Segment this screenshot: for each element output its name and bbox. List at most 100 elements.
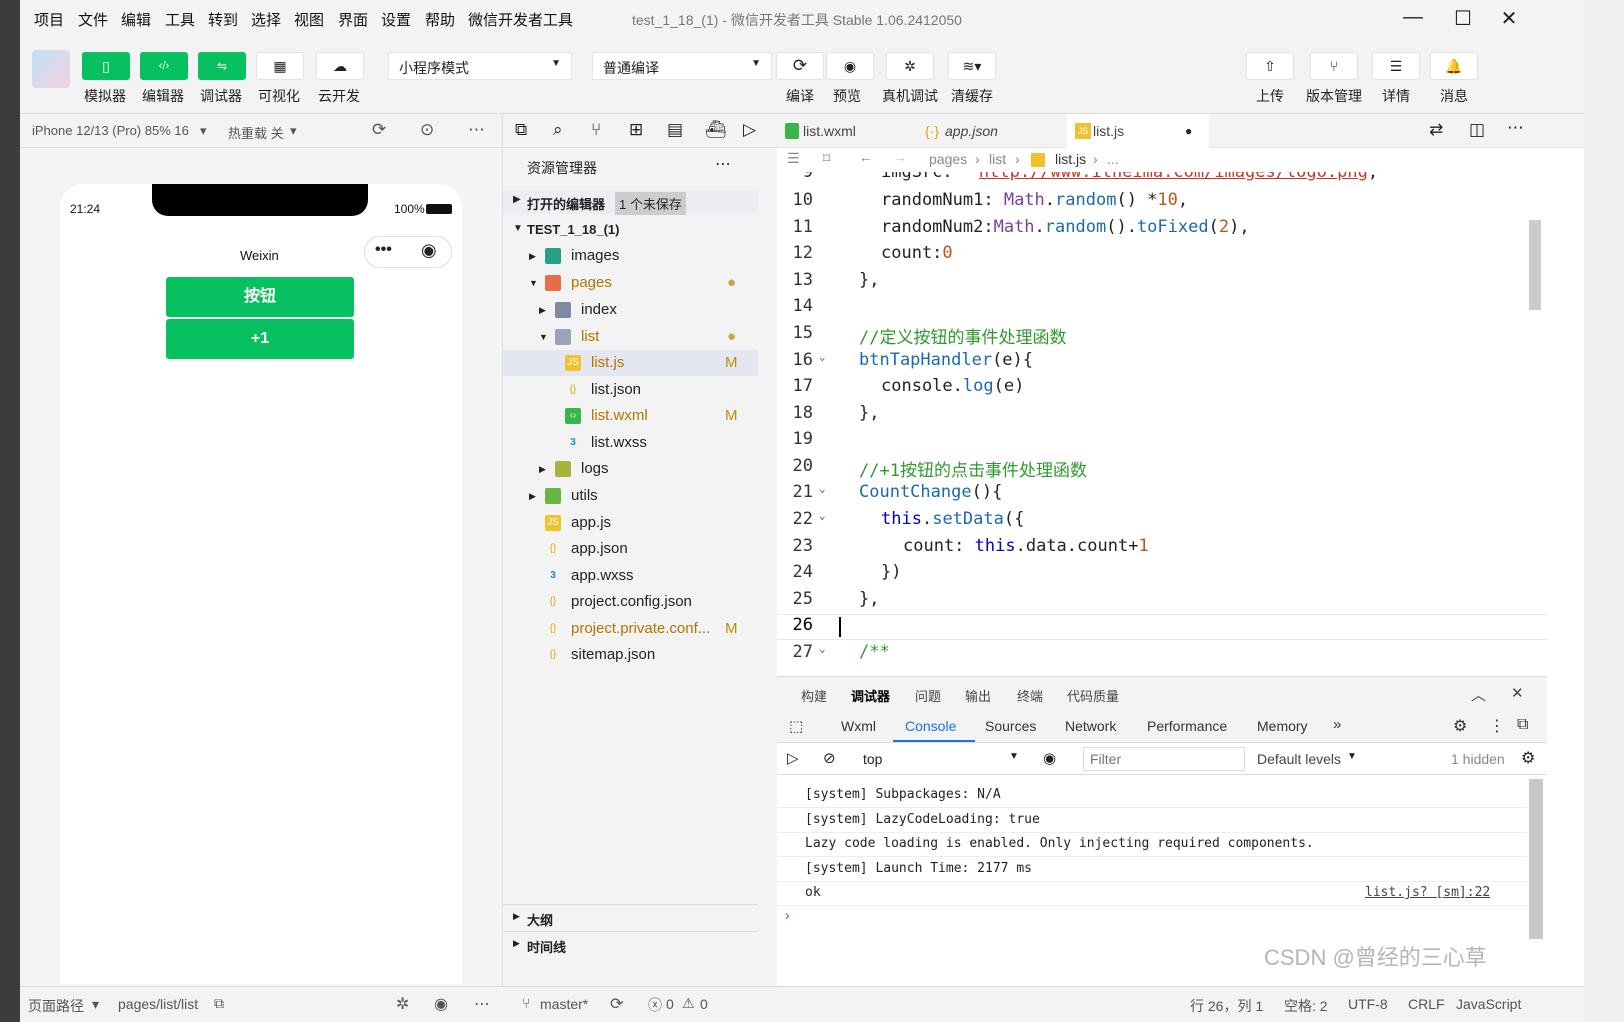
debug-icon[interactable]: ▷ xyxy=(743,120,756,140)
close-target-icon[interactable]: ◉ xyxy=(421,240,437,261)
capsule-menu[interactable]: ••• ◉ xyxy=(364,236,452,268)
open-editors-section[interactable]: ▶ 打开的编辑器 1 个未保存 xyxy=(503,190,758,215)
tab-performance[interactable]: Performance xyxy=(1147,718,1227,734)
files-icon[interactable]: ⧉ xyxy=(515,120,527,140)
button-plus-one[interactable]: +1 xyxy=(166,319,354,359)
refresh-icon[interactable]: ⟳ xyxy=(372,120,386,140)
menu-select[interactable]: 选择 xyxy=(251,9,281,30)
tree-item-app-js[interactable]: JS app.js xyxy=(503,510,758,536)
gear-icon[interactable]: ⚙ xyxy=(1453,716,1467,736)
tree-item-index[interactable]: ▶ index xyxy=(503,297,758,323)
error-count[interactable]: 0 xyxy=(666,996,674,1012)
editor-button[interactable]: ‹/› xyxy=(140,52,188,80)
levels-select[interactable]: Default levels xyxy=(1257,751,1341,767)
avatar[interactable] xyxy=(32,50,70,88)
menu-wechat-devtools[interactable]: 微信开发者工具 xyxy=(468,9,573,30)
git-branch[interactable]: master* xyxy=(540,996,588,1012)
sidebar-toggle-icon[interactable]: ▷ xyxy=(787,749,799,767)
project-section[interactable]: ▼ TEST_1_18_(1) xyxy=(503,218,758,242)
tree-item-project-config[interactable]: {} project.config.json xyxy=(503,589,758,615)
context-select[interactable]: top xyxy=(863,751,882,767)
tab-build[interactable]: 构建 xyxy=(801,686,827,705)
menu-project[interactable]: 项目 xyxy=(34,9,64,30)
clear-cache-button[interactable]: ≋▾ xyxy=(948,52,996,80)
tree-item-list-json[interactable]: {} list.json xyxy=(503,377,758,403)
debugger-button[interactable]: ⇋ xyxy=(198,52,246,80)
console-prompt-icon[interactable]: › xyxy=(785,907,790,923)
compare-icon[interactable]: ⇄ xyxy=(1429,120,1443,140)
stop-icon[interactable]: ⊙ xyxy=(420,120,434,140)
tab-code-quality[interactable]: 代码质量 xyxy=(1067,686,1119,705)
gear-icon[interactable]: ⚙ xyxy=(1521,748,1535,768)
tab-sources[interactable]: Sources xyxy=(985,718,1036,734)
tab-wxml[interactable]: Wxml xyxy=(841,718,876,734)
tree-item-logs[interactable]: ▶ logs xyxy=(503,456,758,482)
page-path-label[interactable]: 页面路径 xyxy=(28,996,84,1016)
inspect-icon[interactable]: ⬚ xyxy=(789,717,803,735)
tab-network[interactable]: Network xyxy=(1065,718,1116,734)
tab-terminal[interactable]: 终端 xyxy=(1017,686,1043,705)
tab-list-wxml[interactable]: list.wxml xyxy=(777,114,915,148)
visual-button[interactable]: ▦ xyxy=(256,52,304,80)
maximize-icon[interactable]: ☐ xyxy=(1448,6,1478,34)
breadcrumb-list[interactable]: list xyxy=(989,151,1006,167)
docker-icon[interactable]: ⛴ xyxy=(705,120,727,140)
menu-edit[interactable]: 编辑 xyxy=(121,9,151,30)
list-icon[interactable]: ☰ xyxy=(787,150,800,167)
breadcrumb-pages[interactable]: pages xyxy=(929,151,967,167)
upload-button[interactable]: ⇧ xyxy=(1246,52,1294,80)
tree-item-list-wxml[interactable]: ‹› list.wxml M xyxy=(503,403,758,429)
more-icon[interactable]: ⋯ xyxy=(1507,118,1524,138)
compile-button[interactable]: ⟳ xyxy=(776,52,824,80)
sync-icon[interactable]: ⟳ xyxy=(610,994,623,1014)
tree-item-images[interactable]: ▶ images xyxy=(503,243,758,269)
messages-button[interactable]: 🔔 xyxy=(1430,52,1478,80)
menu-view[interactable]: 视图 xyxy=(294,9,324,30)
menu-tools[interactable]: 工具 xyxy=(165,9,195,30)
git-icon[interactable]: ⑂ xyxy=(591,120,601,140)
eye-icon[interactable]: ◉ xyxy=(1043,749,1056,767)
tab-issues[interactable]: 问题 xyxy=(915,686,941,705)
tree-item-list-js[interactable]: JS list.js M xyxy=(503,350,758,376)
minimize-icon[interactable]: — xyxy=(1398,6,1428,34)
tree-item-utils[interactable]: ▶ utils xyxy=(503,483,758,509)
tab-debugger[interactable]: 调试器 xyxy=(851,686,890,705)
button-tap[interactable]: 按钮 xyxy=(166,277,354,317)
line-ending[interactable]: CRLF xyxy=(1408,996,1445,1012)
tab-app-json[interactable]: {·} app.json xyxy=(919,114,1057,148)
chevron-up-icon[interactable]: ︿ xyxy=(1471,684,1486,705)
fold-chevron-icon[interactable]: ⌄ xyxy=(819,482,826,495)
compile-mode-select[interactable]: 普通编译 ▼ xyxy=(592,52,772,80)
more-tabs-icon[interactable]: » xyxy=(1333,716,1341,733)
menu-file[interactable]: 文件 xyxy=(78,9,108,30)
back-arrow-icon[interactable]: ← xyxy=(859,149,873,165)
tab-list-js[interactable]: JS list.js ● xyxy=(1067,114,1209,148)
kebab-icon[interactable]: ⋮ xyxy=(1489,716,1505,736)
search-icon[interactable]: ⌕ xyxy=(553,120,563,140)
code-editor[interactable]: 9 imgSrc: http://www.itheima.com/images/… xyxy=(777,172,1547,676)
fold-chevron-icon[interactable]: ⌄ xyxy=(819,642,826,655)
tree-item-app-wxss[interactable]: 3 app.wxss xyxy=(503,563,758,589)
tree-item-pages[interactable]: ▼ pages ● xyxy=(503,270,758,296)
version-button[interactable]: ⑂ xyxy=(1310,52,1358,80)
menu-interface[interactable]: 界面 xyxy=(338,9,368,30)
encoding[interactable]: UTF-8 xyxy=(1348,996,1388,1012)
preview-button[interactable]: ◉ xyxy=(826,52,874,80)
menu-settings[interactable]: 设置 xyxy=(381,9,411,30)
close-icon[interactable]: ✕ xyxy=(1511,684,1524,702)
language-mode[interactable]: JavaScript xyxy=(1456,996,1521,1012)
more-icon[interactable]: ⋯ xyxy=(715,154,731,174)
bug-icon[interactable]: ✲ xyxy=(396,994,409,1014)
clear-console-icon[interactable]: ⊘ xyxy=(823,749,836,767)
log-source-link[interactable]: list.js? [sm]:22 xyxy=(1365,885,1490,900)
tab-memory[interactable]: Memory xyxy=(1257,718,1308,734)
console-filter-input[interactable] xyxy=(1083,747,1245,771)
console-scrollbar[interactable] xyxy=(1529,779,1543,939)
cloud-button[interactable]: ☁ xyxy=(316,52,364,80)
hot-reload-select[interactable]: 热重载 关 xyxy=(228,123,284,142)
eye-icon[interactable]: ◉ xyxy=(434,994,448,1014)
outline-section[interactable]: ▶ 大纲 xyxy=(503,904,758,930)
device-select[interactable]: iPhone 12/13 (Pro) 85% 16 xyxy=(32,123,189,138)
menu-help[interactable]: 帮助 xyxy=(425,9,455,30)
tree-item-project-private-config[interactable]: {} project.private.conf... M xyxy=(503,616,758,642)
